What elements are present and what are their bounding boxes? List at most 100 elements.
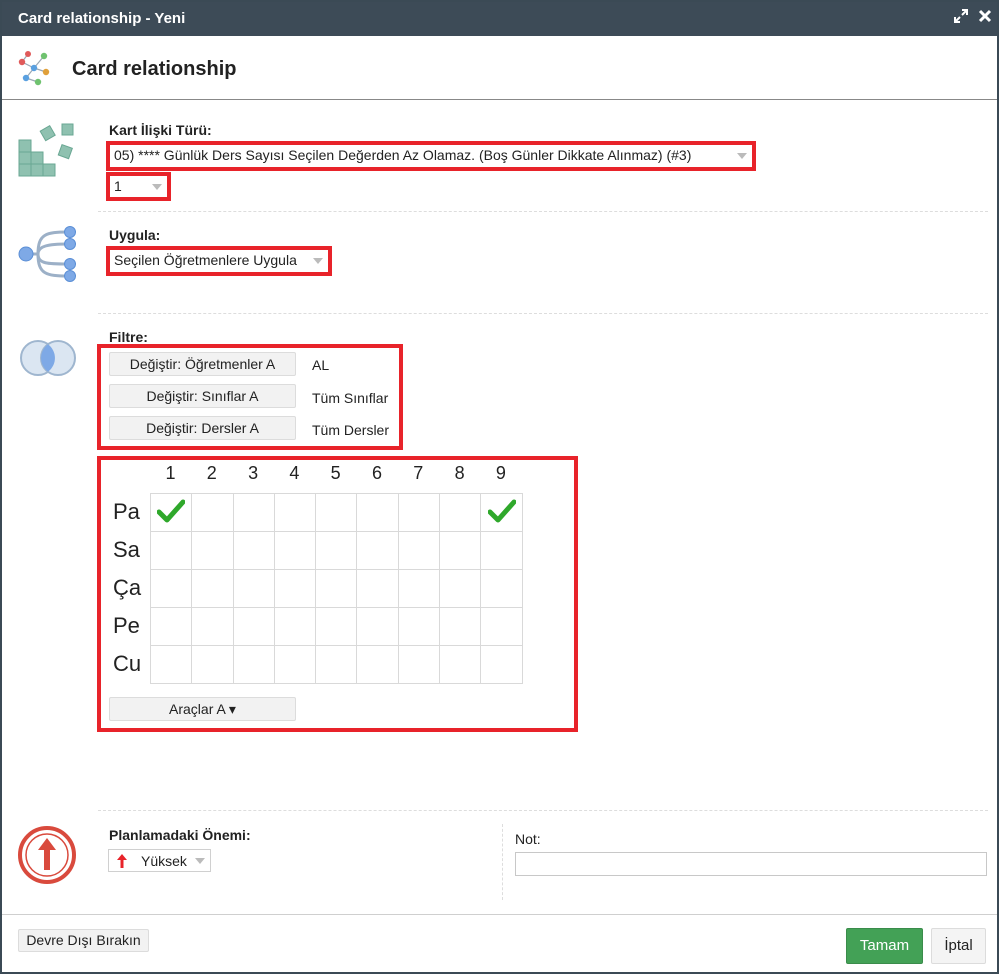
title-bar[interactable]: Card relationship - Yeni [2, 2, 997, 36]
section-divider [98, 810, 988, 811]
grid-cell[interactable] [149, 493, 193, 532]
grid-row-header[interactable]: Cu [113, 651, 141, 677]
grid-cell[interactable] [480, 531, 523, 570]
count-select[interactable]: 1 [109, 176, 167, 198]
grid-row [149, 607, 523, 646]
grid-cell[interactable] [232, 645, 275, 684]
grid-cell[interactable] [480, 607, 523, 646]
grid-cell[interactable] [480, 569, 523, 608]
grid-cell[interactable] [397, 531, 441, 570]
grid-cell[interactable] [397, 569, 441, 608]
grid-row [149, 569, 523, 608]
grid-column-header[interactable]: 8 [439, 463, 480, 484]
grid-column-header[interactable]: 5 [315, 463, 356, 484]
grid-cell[interactable] [191, 607, 234, 646]
grid-column-header[interactable]: 3 [233, 463, 274, 484]
grid-cell[interactable] [315, 531, 358, 570]
grid-cell[interactable] [356, 607, 399, 646]
importance-value: Yüksek [141, 853, 187, 869]
cancel-button[interactable]: İptal [931, 928, 986, 964]
grid-cell[interactable] [273, 645, 317, 684]
grid-cell[interactable] [191, 493, 234, 532]
tools-menu-button[interactable]: Araçlar A ▾ [109, 697, 296, 721]
grid-cell[interactable] [315, 569, 358, 608]
grid-cell[interactable] [232, 493, 275, 532]
importance-label: Planlamadaki Önemi: [109, 827, 251, 843]
grid-cell[interactable] [315, 645, 358, 684]
grid-cell[interactable] [232, 569, 275, 608]
apply-value: Seçilen Öğretmenlere Uygula [114, 252, 297, 268]
grid-cell[interactable] [149, 531, 193, 570]
blocks-icon [18, 123, 74, 177]
section-divider [98, 313, 988, 314]
grid-cell[interactable] [356, 493, 399, 532]
grid-cell[interactable] [356, 645, 399, 684]
apply-select[interactable]: Seçilen Öğretmenlere Uygula [109, 250, 328, 272]
venn-icon [20, 340, 76, 376]
change-teachers-button[interactable]: Değiştir: Öğretmenler A [109, 352, 296, 376]
grid-cell[interactable] [191, 531, 234, 570]
grid-column-header[interactable]: 7 [398, 463, 439, 484]
grid-column-header[interactable]: 9 [480, 463, 521, 484]
grid-cell[interactable] [480, 645, 523, 684]
note-input[interactable] [515, 852, 987, 876]
grid-cell[interactable] [273, 493, 317, 532]
change-classes-button[interactable]: Değiştir: Sınıflar A [109, 384, 296, 408]
network-icon [18, 51, 50, 86]
grid-cell[interactable] [439, 607, 482, 646]
grid-column-header[interactable]: 2 [191, 463, 232, 484]
chevron-down-icon [313, 258, 323, 264]
grid-row-header[interactable]: Pa [113, 499, 140, 525]
grid-cell[interactable] [439, 569, 482, 608]
close-icon[interactable] [976, 9, 994, 27]
grid-cell[interactable] [356, 531, 399, 570]
grid-row-header[interactable]: Pe [113, 613, 140, 639]
grid-cell[interactable] [439, 493, 482, 532]
arrow-up-icon [117, 854, 127, 868]
count-value: 1 [114, 178, 122, 194]
grid-cell[interactable] [273, 569, 317, 608]
grid-cell[interactable] [397, 607, 441, 646]
apply-label: Uygula: [109, 227, 161, 243]
grid-row-header[interactable]: Ça [113, 575, 141, 601]
grid-cell[interactable] [315, 607, 358, 646]
chevron-down-icon [195, 858, 205, 864]
grid-cell[interactable] [191, 645, 234, 684]
card-type-label: Kart İlişki Türü: [109, 122, 212, 138]
grid-cell[interactable] [439, 645, 482, 684]
grid-cell[interactable] [356, 569, 399, 608]
grid-column-header[interactable]: 4 [274, 463, 315, 484]
grid-cell[interactable] [273, 607, 317, 646]
grid-row [149, 645, 523, 684]
time-grid[interactable] [149, 493, 523, 684]
window-title: Card relationship - Yeni [18, 10, 186, 27]
grid-column-header[interactable]: 6 [357, 463, 398, 484]
grid-cell[interactable] [191, 569, 234, 608]
grid-cell[interactable] [397, 493, 441, 532]
disable-button[interactable]: Devre Dışı Bırakın [18, 929, 149, 952]
grid-cell[interactable] [149, 607, 193, 646]
grid-cell[interactable] [315, 493, 358, 532]
grid-row [149, 531, 523, 570]
teachers-filter-value: AL [312, 357, 330, 373]
maximize-icon[interactable] [952, 9, 970, 27]
grid-cell[interactable] [232, 607, 275, 646]
grid-cell[interactable] [149, 645, 193, 684]
filter-label: Filtre: [109, 329, 148, 345]
ok-button[interactable]: Tamam [846, 928, 923, 964]
grid-cell[interactable] [149, 569, 193, 608]
classes-filter-value: Tüm Sınıflar [312, 390, 389, 406]
grid-row-header[interactable]: Sa [113, 537, 140, 563]
grid-cell[interactable] [480, 493, 523, 532]
grid-cell[interactable] [232, 531, 275, 570]
grid-cell[interactable] [397, 645, 441, 684]
change-subjects-button[interactable]: Değiştir: Dersler A [109, 416, 296, 440]
importance-select[interactable]: Yüksek [108, 849, 211, 872]
note-label: Not: [515, 831, 541, 847]
grid-column-header[interactable]: 1 [150, 463, 191, 484]
grid-cell[interactable] [273, 531, 317, 570]
card-type-select[interactable]: 05) **** Günlük Ders Sayısı Seçilen Değe… [109, 145, 752, 167]
grid-cell[interactable] [439, 531, 482, 570]
page-title: Card relationship [72, 58, 237, 80]
section-divider [98, 211, 988, 212]
